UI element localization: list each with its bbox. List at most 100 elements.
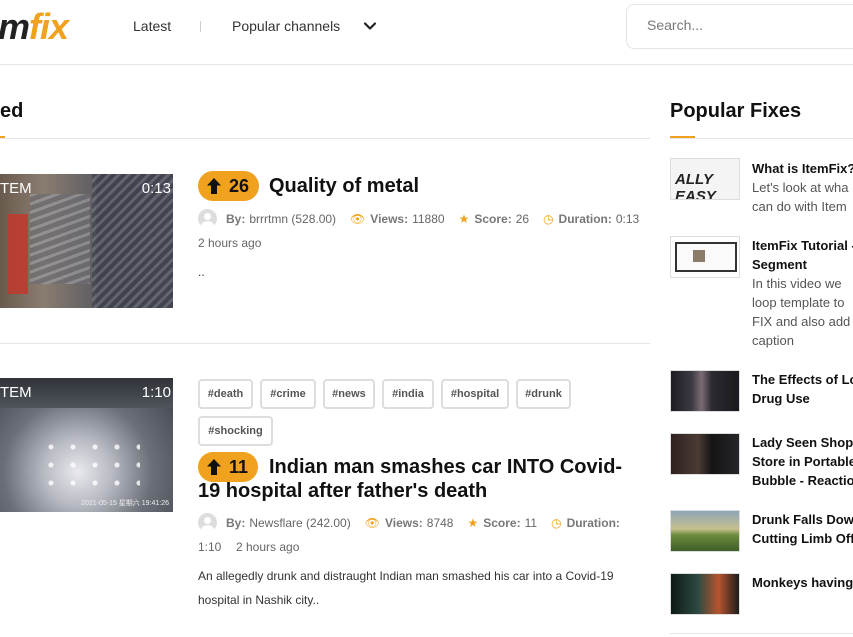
clock-icon: ◷	[543, 211, 554, 226]
nav-divider	[200, 21, 201, 32]
sidebar-divider	[670, 633, 853, 634]
upvote-button[interactable]: 11	[198, 452, 259, 482]
video-title[interactable]: Quality of metal	[269, 174, 419, 198]
popular-fix-description: Let's look at wha	[752, 180, 849, 195]
thumbnail-brand: TEM	[0, 384, 32, 401]
site-logo[interactable]: mfix	[0, 6, 69, 48]
popular-fix-item[interactable]: The Effects of Lo Drug Use	[752, 370, 853, 408]
popular-fix-thumbnail[interactable]: ALLY EASY	[670, 158, 740, 200]
popular-fix-title[interactable]: The Effects of Lo	[752, 370, 853, 389]
video-meta: By: Newsflare (242.00) 👁︎ Views: 8748 ★ …	[198, 513, 620, 532]
avatar[interactable]	[198, 513, 217, 532]
thumbnail-figure	[8, 214, 28, 294]
duration-badge: 1:10	[141, 384, 171, 401]
chevron-down-icon[interactable]	[362, 18, 378, 34]
video-description: An allegedly drunk and distraught Indian…	[198, 569, 614, 583]
popular-fix-title[interactable]: Segment	[752, 255, 853, 274]
video-description-continued: hospital in Nashik city..	[198, 593, 320, 607]
views-value: 8748	[426, 515, 454, 530]
author-link[interactable]: Newsflare (242.00)	[249, 516, 350, 530]
sidebar-divider	[670, 138, 853, 139]
avatar[interactable]	[198, 209, 217, 228]
item-divider	[0, 343, 650, 344]
popular-fix-item[interactable]: Monkeys having	[752, 573, 853, 592]
logo-main: m	[0, 6, 30, 47]
video-thumbnail[interactable]: TEM 1:10 2021-05-15 星期六 19:41:26	[0, 378, 173, 512]
logo-accent: fix	[29, 6, 69, 47]
popular-fix-title[interactable]: Store in Portable	[752, 452, 853, 471]
duration-label: Duration:	[558, 211, 612, 226]
thumbnail-glass	[40, 438, 140, 498]
popular-fix-title[interactable]: Lady Seen Shop	[752, 433, 853, 452]
popular-fix-description: loop template to	[752, 295, 845, 310]
upvote-button[interactable]: 26	[198, 171, 260, 201]
popular-fix-description: can do with Item	[752, 199, 847, 214]
video-thumbnail[interactable]: TEM 0:13	[0, 174, 173, 308]
tag-chip[interactable]: #death	[198, 379, 253, 409]
eye-icon: 👁︎	[364, 515, 380, 530]
star-icon: ★	[467, 515, 479, 530]
video-meta: By: brrrtmn (528.00) 👁︎ Views: 11880 ★ S…	[198, 209, 639, 228]
thumbnail-screen	[675, 242, 737, 272]
tag-chip[interactable]: #drunk	[516, 379, 571, 409]
popular-fix-description: In this video we	[752, 276, 842, 291]
video-title[interactable]: Indian man smashes car INTO Covid-	[269, 455, 622, 479]
popular-fix-thumbnail[interactable]	[670, 370, 740, 412]
section-title: ed	[0, 100, 24, 122]
popular-fix-item[interactable]: Lady Seen Shop Store in Portable Bubble …	[752, 433, 853, 490]
video-description: ..	[198, 265, 205, 279]
arrow-up-icon	[207, 459, 221, 475]
thumbnail-text: ALLY EASY	[675, 171, 716, 200]
section-divider	[0, 138, 650, 139]
score-label: Score:	[483, 515, 521, 530]
arrow-up-icon	[207, 178, 221, 194]
video-title-continued[interactable]: 19 hospital after father's death	[198, 479, 487, 503]
author-link[interactable]: brrrtmn (528.00)	[249, 212, 336, 226]
popular-fix-thumbnail[interactable]	[670, 573, 740, 615]
score-value: 26	[515, 211, 530, 226]
popular-fix-title[interactable]: Drug Use	[752, 389, 853, 408]
views-value: 11880	[412, 211, 445, 226]
score-label: Score:	[474, 211, 512, 226]
eye-icon: 👁︎	[350, 211, 366, 226]
popular-fix-thumbnail[interactable]	[670, 510, 740, 552]
popular-fix-title[interactable]: Drunk Falls Dow	[752, 510, 853, 529]
nav-popular-channels-link[interactable]: Popular channels	[232, 18, 340, 34]
search-box[interactable]	[626, 4, 853, 49]
sidebar-title: Popular Fixes	[670, 100, 802, 122]
vote-count: 11	[229, 456, 249, 477]
posted-time: 2 hours ago	[236, 540, 300, 554]
duration-value: 0:13	[615, 211, 640, 226]
popular-fix-item[interactable]: Drunk Falls Dow Cutting Limb Off	[752, 510, 853, 548]
star-icon: ★	[458, 211, 470, 226]
popular-fix-item[interactable]: What is ItemFix? Let's look at wha can d…	[752, 159, 853, 216]
popular-fix-title[interactable]: ItemFix Tutorial -	[752, 236, 853, 255]
thumbnail-metal	[30, 194, 90, 284]
popular-fix-thumbnail[interactable]	[670, 236, 740, 278]
site-header: mfix Latest Popular channels	[0, 0, 853, 65]
popular-fix-description: FIX and also add	[752, 314, 851, 329]
tag-chip[interactable]: #shocking	[198, 416, 273, 446]
tag-chip[interactable]: #india	[382, 379, 434, 409]
popular-fix-item[interactable]: ItemFix Tutorial - Segment In this video…	[752, 236, 853, 350]
tag-chip[interactable]: #hospital	[441, 379, 509, 409]
popular-fix-title[interactable]: Bubble - Reactio	[752, 471, 853, 490]
search-input[interactable]	[647, 17, 847, 33]
by-label: By:	[226, 211, 246, 226]
thumbnail-timestamp: 2021-05-15 星期六 19:41:26	[81, 500, 169, 507]
tag-chip[interactable]: #news	[323, 379, 375, 409]
score-value: 11	[524, 515, 538, 530]
popular-fix-title[interactable]: Monkeys having	[752, 573, 853, 592]
vote-count: 26	[229, 175, 250, 196]
duration-value: 1:10	[198, 540, 222, 554]
popular-fix-title[interactable]: Cutting Limb Off	[752, 529, 853, 548]
nav-latest-link[interactable]: Latest	[133, 18, 171, 34]
views-label: Views:	[370, 211, 409, 226]
by-label: By:	[226, 515, 246, 530]
clock-icon: ◷	[551, 515, 562, 530]
popular-fix-description: caption	[752, 333, 794, 348]
tag-chip[interactable]: #crime	[260, 379, 316, 409]
popular-fix-thumbnail[interactable]	[670, 433, 740, 475]
popular-fix-title[interactable]: What is ItemFix?	[752, 159, 853, 178]
thumbnail-brand: TEM	[0, 180, 32, 197]
